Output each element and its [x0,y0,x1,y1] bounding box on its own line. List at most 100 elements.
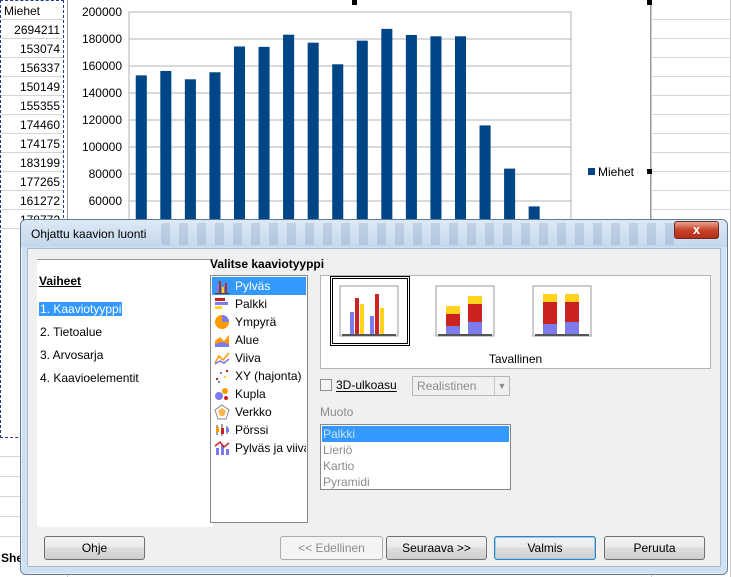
chart-type-label: Pylväs ja viiva [235,441,306,455]
chart-type-label: Viiva [235,351,261,365]
chart-type-label: Pörssi [235,423,269,437]
resize-handle[interactable] [352,0,357,5]
row-gridline [651,114,731,115]
bar [209,72,221,224]
row-gridline [651,95,731,96]
line-chart-icon [214,352,230,365]
chart-type-label: Verkko [235,405,272,419]
bar [356,40,368,224]
chart-type-net[interactable]: Verkko [212,403,306,421]
row-gridline [0,536,22,537]
bar [307,42,319,224]
chart-type-xy[interactable]: XY (hajonta) [212,367,306,385]
three-d-checkbox[interactable] [320,379,332,391]
y-tick-label: 120000 [82,113,122,127]
bubble-chart-icon [215,388,228,400]
shape-item[interactable]: Palkki [322,426,509,442]
chart-type-column[interactable]: Pylväs [212,277,306,295]
data-cell[interactable]: 183199 [1,154,63,172]
y-tick-label: 60000 [89,194,123,208]
variant-normal[interactable] [330,276,410,346]
column-header-cell[interactable]: Miehet [1,2,63,20]
chevron-down-icon[interactable]: ▼ [494,377,509,395]
row-gridline [651,171,731,172]
cancel-button[interactable]: Peruuta [604,536,705,560]
data-cell[interactable]: 174175 [1,135,63,153]
chart-type-label: Kupla [235,387,266,401]
shape-item[interactable]: Pyramidi [322,474,509,490]
step-chart-elements[interactable]: 4. Kaavioelementit [39,371,140,385]
step-data-range[interactable]: 2. Tietoalue [39,325,103,339]
cancel-button-label: Peruuta [633,541,676,555]
data-cell[interactable]: 174460 [1,116,63,134]
resize-handle[interactable] [647,0,652,5]
variant-stacked[interactable] [432,282,500,340]
chart-type-label: Alue [235,333,260,347]
next-button[interactable]: Seuraava >> [386,536,487,560]
chart-type-bar[interactable]: Palkki [212,295,306,313]
column-chart-icon [215,281,229,294]
sheet-tab[interactable]: Sheet1 [0,548,22,568]
chart-type-pie[interactable]: Ympyrä [212,313,306,331]
chart-type-label: XY (hajonta) [235,369,302,383]
chart-type-line[interactable]: Viiva [212,349,306,367]
step-data-series[interactable]: 3. Arvosarja [39,348,104,362]
help-button[interactable]: Ohje [44,536,145,560]
variant-name: Tavallinen [488,352,543,366]
row-gridline [0,456,22,457]
row-gridline [651,190,731,191]
bar [233,46,246,224]
variant-percent-stacked[interactable] [529,282,597,340]
render-style-value: Realistinen [417,379,477,393]
data-cell[interactable]: 2694211 [1,21,63,39]
data-cell[interactable]: 153074 [1,40,63,58]
pie-chart-icon [215,315,229,329]
shape-list[interactable]: Palkki Lieriö Kartio Pyramidi [320,424,511,490]
render-style-select[interactable]: Realistinen ▼ [412,376,510,396]
area-chart-icon [215,335,229,347]
chart-type-stock[interactable]: Pörssi [212,421,306,439]
finish-button[interactable]: Valmis [494,536,596,560]
chart-type-list[interactable]: Pylväs Palkki Ympyrä Alue Viiva XY (hajo… [210,275,308,523]
back-button[interactable]: << Edellinen [280,536,383,560]
three-d-option[interactable]: 3D-ulkoasu [320,378,397,392]
bar [135,75,147,224]
data-cell[interactable]: 177265 [1,173,63,191]
row-gridline [0,516,22,517]
data-cell[interactable]: 161272 [1,192,63,210]
bar-chart-icon [215,298,228,309]
chart-type-area[interactable]: Alue [212,331,306,349]
legend-swatch [588,168,595,175]
bar [258,46,270,224]
bar [160,70,172,224]
row-gridline [651,57,731,58]
close-icon: x [692,222,701,237]
shape-item[interactable]: Lieriö [322,442,509,458]
chart-type-bubble[interactable]: Kupla [212,385,306,403]
chart-wizard-dialog: Ohjattu kaavion luonti x Vaiheet 1. Kaav… [20,219,728,575]
bar [479,125,491,224]
y-tick-label: 80000 [89,167,123,181]
chart-type-label: Ympyrä [235,315,277,329]
row-gridline [0,496,22,497]
dialog-content: Vaiheet 1. Kaaviotyyppi 2. Tietoalue 3. … [27,248,721,567]
y-tick-label: 180000 [82,32,122,46]
back-button-label: << Edellinen [298,541,365,555]
steps-title: Vaiheet [39,274,82,288]
bar [332,64,344,224]
data-cell[interactable]: 156337 [1,59,63,77]
title-bar[interactable]: Ohjattu kaavion luonti x [21,220,727,247]
column-line-chart-icon [214,440,230,455]
chart-type-column-line[interactable]: Pylväs ja viiva [212,439,306,457]
y-tick-label: 140000 [82,86,122,100]
chart-object[interactable]: 200000 180000 160000 140000 120000 100000 8000… [67,0,652,224]
data-cell[interactable]: 150149 [1,78,63,96]
chart-type-heading: Valitse kaaviotyyppi [210,257,325,271]
shape-item[interactable]: Kartio [322,458,509,474]
resize-handle[interactable] [647,169,652,174]
next-button-label: Seuraava >> [402,541,471,555]
step-chart-type[interactable]: 1. Kaaviotyyppi [39,302,123,316]
data-cell[interactable]: 155355 [1,97,63,115]
close-button[interactable]: x [674,221,719,239]
chart-type-label: Palkki [235,297,268,311]
